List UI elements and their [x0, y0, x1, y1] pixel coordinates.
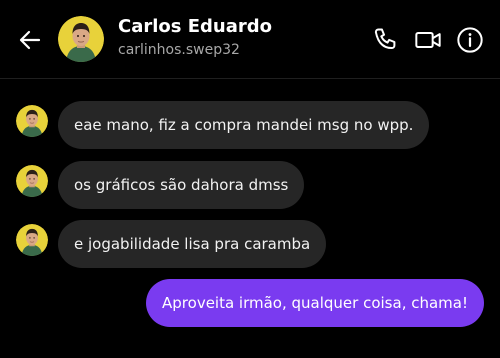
contact-avatar[interactable] — [58, 16, 104, 62]
message-text: e jogabilidade lisa pra caramba — [74, 235, 311, 253]
back-arrow-icon — [19, 30, 41, 50]
sender-avatar[interactable] — [16, 224, 48, 256]
conversation-info-button[interactable] — [456, 26, 484, 54]
info-icon — [457, 27, 483, 53]
incoming-message[interactable]: eae mano, fiz a compra mandei msg no wpp… — [58, 101, 430, 149]
video-camera-icon — [415, 32, 441, 48]
incoming-message[interactable]: os gráficos são dahora dmss — [58, 161, 305, 209]
chat-header: Carlos Eduardo carlinhos.swep32 — [0, 0, 500, 79]
avatar-image — [16, 165, 48, 197]
message-text: Aproveita irmão, qualquer coisa, chama! — [162, 294, 468, 312]
message-text: os gráficos são dahora dmss — [74, 176, 289, 194]
avatar-image — [16, 224, 48, 256]
outgoing-message[interactable]: Aproveita irmão, qualquer coisa, chama! — [146, 279, 484, 327]
avatar-image — [58, 16, 104, 62]
sender-avatar[interactable] — [16, 105, 48, 137]
chat-window: Carlos Eduardo carlinhos.swep32 eae mano… — [0, 0, 500, 358]
contact-handle: carlinhos.swep32 — [118, 42, 240, 58]
avatar-image — [16, 105, 48, 137]
video-call-button[interactable] — [414, 26, 442, 54]
contact-name[interactable]: Carlos Eduardo — [118, 16, 272, 37]
message-text: eae mano, fiz a compra mandei msg no wpp… — [74, 116, 414, 134]
incoming-message[interactable]: e jogabilidade lisa pra caramba — [58, 220, 327, 268]
sender-avatar[interactable] — [16, 165, 48, 197]
voice-call-button[interactable] — [372, 26, 400, 54]
back-button[interactable] — [16, 26, 44, 54]
phone-icon — [374, 28, 396, 50]
